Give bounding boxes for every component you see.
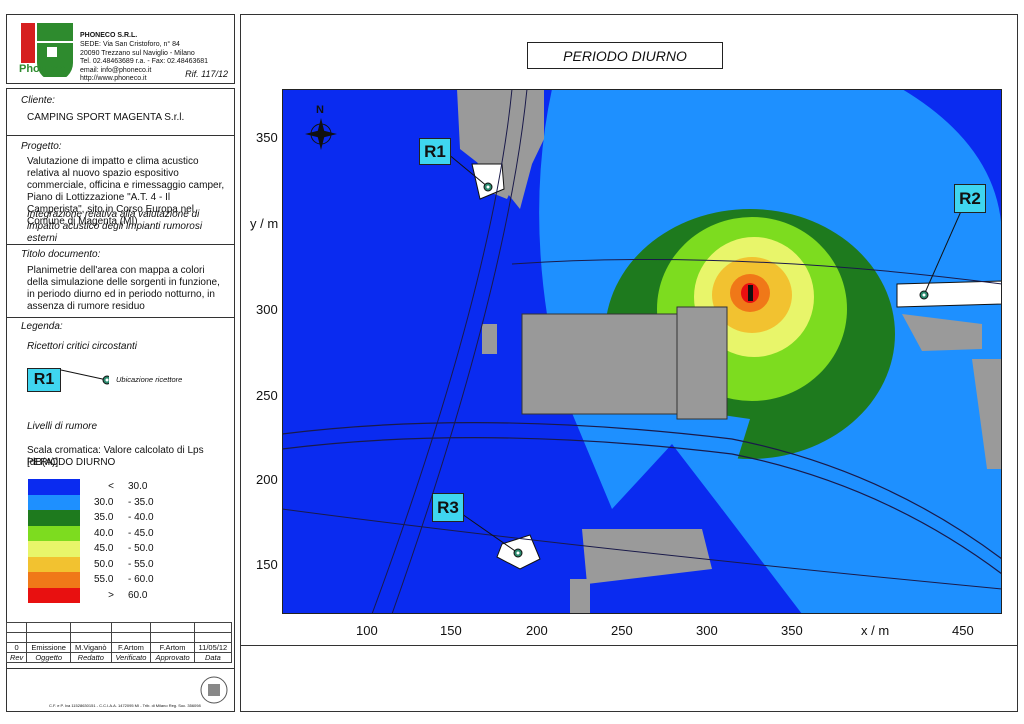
- legend-range: 40.0- 45.0: [94, 527, 154, 539]
- legend-range: >60.0: [108, 589, 148, 601]
- legend-section: Legenda: Ricettori critici circostanti R…: [7, 318, 234, 618]
- footer-note: C.F. e P. Iva 11528630151 - C.C.I.A.A. 1…: [49, 703, 201, 708]
- building: [570, 579, 590, 614]
- noise-map: [282, 89, 1002, 614]
- legend-row: 50.0- 55.0: [28, 556, 154, 572]
- x-tick-label: 350: [781, 623, 803, 638]
- map-separator: [241, 645, 1017, 646]
- logo-text: Phoneco: [19, 63, 66, 75]
- legend-row: <30.0: [28, 479, 154, 495]
- y-axis-label: y / m: [250, 216, 279, 231]
- legend-swatch: [28, 556, 80, 572]
- revision-table: 0 Emissione M.Viganò F.Artom F.Artom 11/05/12…: [5, 622, 233, 663]
- project-section: Progetto: Valutazione di impatto e clima…: [7, 136, 234, 245]
- title-text: Planimetrie dell'area con mappa a colori…: [27, 265, 220, 312]
- legend-row: 45.0- 50.0: [28, 541, 154, 557]
- revision-spacer-row: [5, 622, 233, 633]
- legend-label: Legenda:: [21, 321, 63, 332]
- revision-spacer-row: [5, 632, 233, 643]
- x-tick-label: 450: [952, 623, 974, 638]
- x-tick-label: 200: [526, 623, 548, 638]
- x-tick-label: 100: [356, 623, 378, 638]
- x-tick-label: 300: [696, 623, 718, 638]
- company-name: PHONECO S.R.L.: [80, 32, 138, 39]
- receiver-tag-r1: R1: [419, 138, 451, 165]
- legend-swatch: [28, 494, 80, 510]
- legend-swatch: [28, 541, 80, 557]
- address-line: Tel. 02.48463689 r.a. - Fax: 02.48463681: [80, 58, 209, 65]
- reference-number: Rif. 117/12: [185, 69, 228, 79]
- revision-row: 0 Emissione M.Viganò F.Artom F.Artom 11/05/12: [5, 642, 233, 653]
- footer-block: C.F. e P. Iva 11528630151 - C.C.I.A.A. 1…: [6, 668, 235, 712]
- client-section: Cliente: CAMPING SPORT MAGENTA S.r.l.: [7, 89, 234, 136]
- legend-range: 55.0- 60.0: [94, 574, 154, 586]
- company-logo: Phoneco: [19, 21, 77, 81]
- legend-row: 40.0- 45.0: [28, 525, 154, 541]
- legend-range: 30.0- 35.0: [94, 496, 154, 508]
- legend-range: <30.0: [108, 481, 148, 493]
- legend-row: 30.0- 35.0: [28, 494, 154, 510]
- y-tick-label: 250: [256, 388, 278, 403]
- certification-seal: [200, 676, 228, 704]
- building: [482, 324, 497, 354]
- legend-range: 35.0- 40.0: [94, 512, 154, 524]
- receivers-label: Ricettori critici circostanti: [27, 341, 138, 352]
- receiver-caption: Ubicazione ricettore: [116, 375, 183, 384]
- client-value: CAMPING SPORT MAGENTA S.r.l.: [27, 112, 185, 123]
- color-scale: <30.0 30.0- 35.0 35.0- 40.0 40.0- 45.0 4…: [28, 479, 154, 603]
- receiver-building: [896, 280, 1002, 308]
- noise-levels-label: Livelli di rumore: [27, 421, 98, 432]
- compass-north-label: N: [316, 104, 324, 116]
- receiver-tag-r2: R2: [954, 184, 986, 213]
- legend-row: >60.0: [28, 587, 154, 603]
- y-tick-label: 150: [256, 557, 278, 572]
- legend-row: 35.0- 40.0: [28, 510, 154, 526]
- building: [676, 306, 728, 420]
- map-title: PERIODO DIURNO: [563, 48, 687, 64]
- y-tick-label: 200: [256, 472, 278, 487]
- scale-line-2: PERIODO DIURNO: [27, 457, 116, 468]
- legend-swatch: [28, 510, 80, 526]
- legend-swatch: [28, 572, 80, 588]
- revision-header-row: Rev Oggetto Redatto Verificato Approvato Data: [5, 652, 233, 663]
- legend-row: 55.0- 60.0: [28, 572, 154, 588]
- info-panel: Cliente: CAMPING SPORT MAGENTA S.r.l. Pr…: [6, 88, 235, 712]
- project-subtext: Integrazione relativa alla valutazione d…: [27, 209, 203, 244]
- legend-swatch: [28, 479, 80, 495]
- map-title-box: PERIODO DIURNO: [527, 42, 723, 69]
- client-label: Cliente:: [21, 95, 55, 106]
- project-label: Progetto:: [21, 141, 62, 152]
- receiver-tag-r3: R3: [432, 493, 464, 522]
- x-axis-label: x / m: [861, 623, 890, 638]
- header-block: Phoneco PHONECO S.R.L. SEDE: Via San Cri…: [6, 14, 235, 84]
- address-line: SEDE: Via San Cristoforo, n° 84: [80, 41, 180, 48]
- receiver-legend-tag: R1: [27, 368, 61, 392]
- title-label: Titolo documento:: [21, 249, 101, 260]
- y-tick-label: 350: [256, 130, 278, 145]
- legend-range: 50.0- 55.0: [94, 558, 154, 570]
- x-tick-label: 250: [611, 623, 633, 638]
- address-line: 20090 Trezzano sul Naviglio - Milano: [80, 49, 195, 57]
- receiver-legend-symbol: [60, 369, 109, 385]
- title-section: Titolo documento: Planimetrie dell'area …: [7, 245, 234, 318]
- legend-swatch: [28, 525, 80, 541]
- noise-source: [748, 285, 753, 301]
- x-tick-label: 150: [440, 623, 462, 638]
- y-tick-label: 300: [256, 302, 278, 317]
- legend-swatch: [28, 587, 80, 603]
- legend-range: 45.0- 50.0: [94, 543, 154, 555]
